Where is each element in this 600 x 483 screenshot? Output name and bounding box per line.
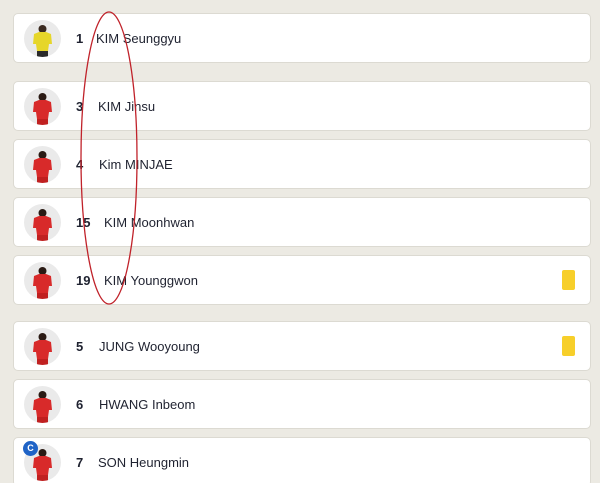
player-row[interactable]: C 7 SON Heungmin <box>13 437 591 483</box>
player-number: 15 <box>76 215 91 230</box>
jersey-outfield-icon <box>33 333 52 365</box>
player-name: HWANG Inbeom <box>99 397 196 412</box>
player-avatar <box>24 204 61 241</box>
player-number: 7 <box>76 455 84 470</box>
player-number: 6 <box>76 397 84 412</box>
player-avatar <box>24 328 61 365</box>
jersey-outfield-icon <box>33 209 52 241</box>
player-number: 1 <box>76 31 84 46</box>
player-avatar <box>24 88 61 125</box>
player-avatar <box>24 386 61 423</box>
player-name: KIM Jinsu <box>98 99 156 114</box>
player-row[interactable]: 15 KIM Moonhwan <box>13 197 591 247</box>
captain-badge-icon: C <box>23 441 38 456</box>
player-name: Kim MINJAE <box>99 157 173 172</box>
player-row[interactable]: 6 HWANG Inbeom <box>13 379 591 429</box>
player-name: KIM Seunggyu <box>96 31 182 46</box>
jersey-outfield-icon <box>33 93 52 125</box>
player-number: 3 <box>76 99 84 114</box>
player-number: 5 <box>76 339 84 354</box>
player-row[interactable]: 3 KIM Jinsu <box>13 81 591 131</box>
player-name: JUNG Wooyoung <box>99 339 200 354</box>
jersey-keeper-icon <box>33 25 52 57</box>
jersey-outfield-icon <box>33 391 52 423</box>
jersey-outfield-icon <box>33 267 52 299</box>
jersey-outfield-icon <box>33 151 52 183</box>
player-number: 19 <box>76 273 91 288</box>
player-avatar <box>24 146 61 183</box>
player-name: KIM Moonhwan <box>104 215 195 230</box>
player-name: SON Heungmin <box>98 455 190 470</box>
player-avatar <box>24 20 61 57</box>
yellow-card-icon <box>562 270 575 290</box>
player-row[interactable]: 1 KIM Seunggyu <box>13 13 591 63</box>
yellow-card-icon <box>562 336 575 356</box>
player-row[interactable]: 19 KIM Younggwon <box>13 255 591 305</box>
player-number: 4 <box>76 157 84 172</box>
player-row[interactable]: 4 Kim MINJAE <box>13 139 591 189</box>
player-row[interactable]: 5 JUNG Wooyoung <box>13 321 591 371</box>
player-name: KIM Younggwon <box>104 273 198 288</box>
player-avatar <box>24 262 61 299</box>
